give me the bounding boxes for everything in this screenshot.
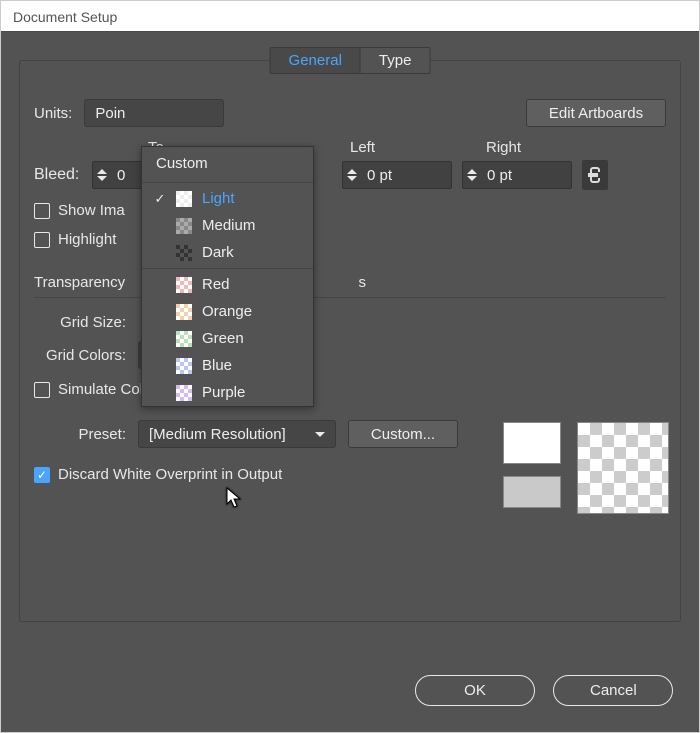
swatch-icon: [176, 277, 192, 293]
dropdown-item-label: Green: [202, 330, 244, 347]
dropdown-item-purple[interactable]: Purple: [142, 379, 313, 406]
tab-type[interactable]: Type: [361, 47, 431, 74]
link-bleed-icon[interactable]: [582, 160, 608, 190]
dropdown-item-label: Medium: [202, 217, 255, 234]
grid-colors-label: Grid Colors:: [34, 347, 126, 364]
bleed-left-label: Left: [350, 139, 460, 156]
tab-general-label: General: [289, 52, 342, 69]
preset-value: [Medium Resolution]: [149, 426, 286, 443]
preset-select[interactable]: [Medium Resolution]: [138, 420, 336, 448]
preview-white-swatch[interactable]: [503, 422, 561, 464]
checkbox-icon: [34, 232, 50, 248]
highlight-label: Highlight: [58, 231, 116, 248]
dropdown-item-dark[interactable]: Dark: [142, 239, 313, 266]
dropdown-item-label: Purple: [202, 384, 245, 401]
spinner-icon[interactable]: [97, 162, 111, 188]
ok-button[interactable]: OK: [415, 675, 535, 706]
grid-size-label: Grid Size:: [34, 314, 126, 331]
cancel-label: Cancel: [590, 682, 637, 699]
swatch-icon: [176, 191, 192, 207]
cancel-button[interactable]: Cancel: [553, 675, 673, 706]
units-select[interactable]: Poin: [84, 99, 224, 127]
titlebar: Document Setup: [1, 1, 699, 32]
edit-artboards-label: Edit Artboards: [549, 105, 643, 122]
preview-gray-swatch[interactable]: [503, 476, 561, 508]
dropdown-item-green[interactable]: Green: [142, 325, 313, 352]
simulate-colored-paper-checkbox[interactable]: Simulate Colored Paper: [34, 381, 666, 398]
dropdown-item-medium[interactable]: Medium: [142, 212, 313, 239]
edit-artboards-button[interactable]: Edit Artboards: [526, 99, 666, 127]
dropdown-item-red[interactable]: Red: [142, 271, 313, 298]
chevron-down-icon: [315, 432, 325, 437]
checkbox-icon: [34, 382, 50, 398]
checkbox-icon: [34, 203, 50, 219]
swatch-icon: [176, 358, 192, 374]
discard-label: Discard White Overprint in Output: [58, 466, 282, 483]
dialog-content: General Type Units: Poin Edit Artboards …: [1, 32, 699, 732]
document-setup-dialog: Document Setup General Type Units: Poin …: [0, 0, 700, 733]
preset-label: Preset:: [34, 426, 126, 443]
spinner-icon[interactable]: [467, 162, 481, 188]
tab-bar: General Type: [270, 47, 431, 74]
bleed-right-label: Right: [486, 139, 596, 156]
dropdown-item-orange[interactable]: Orange: [142, 298, 313, 325]
transparency-title: Transparency: [34, 274, 125, 291]
show-images-label: Show Ima: [58, 202, 125, 219]
dropdown-item-label: Light: [202, 190, 235, 207]
dialog-footer: OK Cancel: [415, 675, 673, 706]
divider: [34, 297, 666, 298]
tab-general[interactable]: General: [270, 47, 361, 74]
swatch-icon: [176, 304, 192, 320]
divider: [142, 268, 313, 269]
bleed-left-input[interactable]: 0 pt: [342, 161, 452, 189]
grid-colors-dropdown: Custom ✓ Light Medium Dark Red Orange Green Bl…: [141, 146, 314, 407]
checkbox-icon: ✓: [34, 467, 50, 483]
dropdown-item-label: Dark: [202, 244, 234, 261]
show-images-checkbox[interactable]: Show Ima: [34, 202, 666, 219]
preset-custom-label: Custom...: [371, 426, 435, 443]
dropdown-item-label: Blue: [202, 357, 232, 374]
transparency-preview: [503, 422, 669, 514]
swatch-icon: [176, 245, 192, 261]
swatch-icon: [176, 218, 192, 234]
highlight-checkbox[interactable]: Highlight: [34, 231, 666, 248]
dropdown-item-blue[interactable]: Blue: [142, 352, 313, 379]
spinner-icon[interactable]: [347, 162, 361, 188]
bleed-right-value: 0 pt: [487, 167, 565, 184]
units-value: Poin: [95, 105, 125, 122]
dialog-title: Document Setup: [13, 9, 117, 25]
bleed-left-value: 0 pt: [367, 167, 445, 184]
bleed-right-input[interactable]: 0 pt: [462, 161, 572, 189]
divider: [142, 182, 313, 183]
dropdown-item-label: Red: [202, 276, 230, 293]
bleed-label: Bleed:: [34, 166, 82, 184]
ok-label: OK: [464, 682, 486, 699]
check-icon: ✓: [154, 191, 166, 207]
tab-type-label: Type: [379, 52, 412, 69]
preset-custom-button[interactable]: Custom...: [348, 420, 458, 448]
panel: General Type Units: Poin Edit Artboards …: [19, 60, 681, 622]
swatch-icon: [176, 331, 192, 347]
units-label: Units:: [34, 105, 72, 122]
dropdown-item-label: Orange: [202, 303, 252, 320]
preview-checker: [577, 422, 669, 514]
swatch-icon: [176, 385, 192, 401]
dropdown-item-light[interactable]: ✓ Light: [142, 185, 313, 212]
dropdown-custom-header[interactable]: Custom: [142, 147, 313, 180]
